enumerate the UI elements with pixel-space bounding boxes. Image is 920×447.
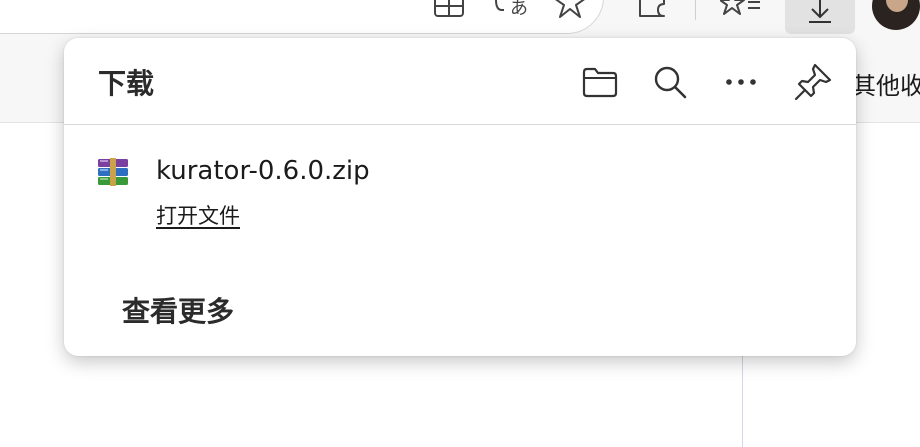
extensions-icon[interactable]: [634, 0, 670, 20]
favorites-list-icon[interactable]: [720, 0, 762, 20]
downloads-button[interactable]: [785, 0, 855, 34]
browser-toolbar: あ: [0, 0, 920, 36]
open-folder-icon: [582, 67, 618, 98]
search-downloads-button[interactable]: [648, 60, 692, 104]
pin-icon: [794, 63, 832, 101]
downloads-flyout: 下载 kurator-0.6.0.zip 打开文件 查看更多: [64, 38, 856, 356]
open-folder-button[interactable]: [578, 60, 622, 104]
more-options-button[interactable]: [719, 60, 763, 104]
other-favorites-folder[interactable]: 其他收: [852, 66, 920, 101]
download-item[interactable]: kurator-0.6.0.zip 打开文件: [94, 150, 834, 240]
profile-avatar[interactable]: [872, 0, 920, 30]
pin-button[interactable]: [791, 60, 835, 104]
downloads-icon: [809, 0, 831, 23]
download-file-name[interactable]: kurator-0.6.0.zip: [156, 156, 370, 186]
open-file-link[interactable]: 打开文件: [156, 200, 240, 230]
see-more-link[interactable]: 查看更多: [122, 290, 234, 330]
svg-text:あ: あ: [510, 0, 528, 19]
toolbar-separator: [695, 0, 696, 20]
more-options-icon: [726, 79, 756, 85]
split-screen-icon[interactable]: [432, 0, 466, 20]
read-aloud-icon[interactable]: あ: [492, 0, 530, 20]
search-icon: [654, 66, 687, 99]
winrar-archive-icon: [98, 158, 128, 186]
flyout-title: 下载: [98, 67, 155, 100]
flyout-header: 下载: [64, 38, 856, 125]
favorite-star-icon[interactable]: [552, 0, 588, 20]
